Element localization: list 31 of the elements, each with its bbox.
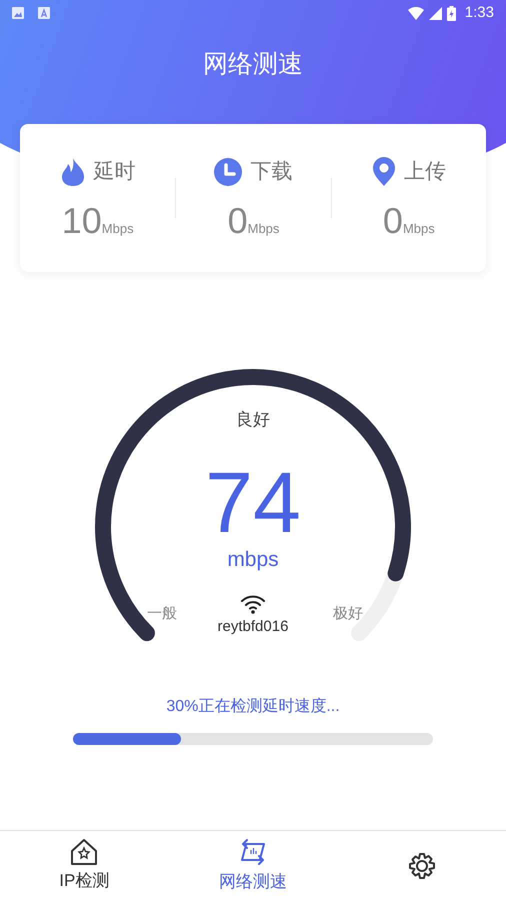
rating-label: 良好 bbox=[236, 408, 270, 430]
stat-value: 0 bbox=[228, 203, 248, 240]
nav-tab[interactable]: IP检测 bbox=[0, 831, 169, 900]
page-title: 网络测速 bbox=[203, 49, 303, 80]
clock-icon bbox=[214, 158, 242, 186]
flame-icon bbox=[60, 156, 86, 186]
stat-unit: Mbps bbox=[248, 220, 280, 238]
stat-label: 延时 bbox=[94, 158, 136, 185]
house-star-icon bbox=[69, 838, 100, 866]
stat-value: 0 bbox=[382, 203, 403, 240]
stat-value: 10 bbox=[62, 203, 102, 240]
stat-label: 下载 bbox=[250, 158, 292, 185]
nav-tab[interactable]: 网络测速 bbox=[168, 831, 338, 900]
max-label: 极好 bbox=[333, 604, 363, 624]
image-icon bbox=[12, 7, 24, 19]
network-name: reytbfd016 bbox=[218, 616, 288, 636]
wifi-signal-icon bbox=[408, 6, 424, 20]
speed-unit: mbps bbox=[227, 547, 279, 573]
speed-value: 74 bbox=[205, 460, 301, 546]
swap-arrows-icon bbox=[238, 836, 268, 867]
stat-unit: Mbps bbox=[102, 220, 134, 238]
cell-signal-icon bbox=[428, 6, 442, 20]
stat-label: 上传 bbox=[404, 158, 446, 185]
gear-icon bbox=[406, 850, 437, 880]
stat-unit: Mbps bbox=[402, 220, 435, 238]
wifi-icon bbox=[240, 594, 266, 614]
location-pin-icon bbox=[372, 156, 396, 186]
progress-text: 30%正在检测延时速度... bbox=[166, 696, 340, 716]
text-app-icon bbox=[38, 7, 50, 19]
min-label: 一般 bbox=[147, 604, 177, 624]
status-time: 1:33 bbox=[464, 2, 494, 23]
